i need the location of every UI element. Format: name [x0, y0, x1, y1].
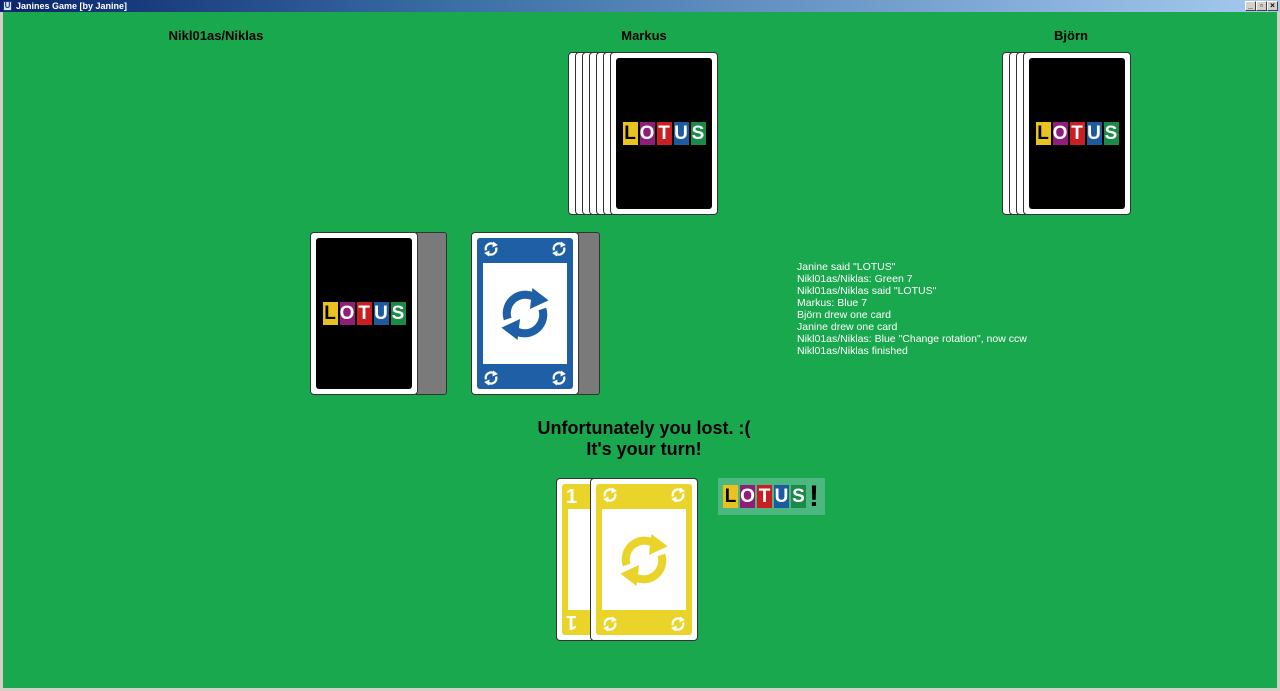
discard-pile-stack — [577, 232, 600, 395]
hand-card-yellow-change-rotation[interactable] — [590, 478, 698, 641]
draw-pile[interactable]: LOTUS — [310, 232, 418, 395]
opponent-card-back: LOTUS — [610, 52, 718, 215]
logo-letter-u: U — [774, 485, 789, 508]
log-entry: Nikl01as/Niklas: Green 7 — [797, 273, 913, 285]
status-turn: It's your turn! — [586, 439, 702, 459]
logo-letter-l: L — [622, 122, 638, 145]
card-center — [483, 263, 567, 364]
corner-rotation-icon — [669, 615, 687, 633]
log-entry: Nikl01as/Niklas said "LOTUS" — [797, 285, 937, 297]
status-result: Unfortunately you lost. :( — [537, 418, 751, 438]
logo-letter-s: S — [1103, 122, 1119, 145]
logo-letter-o: O — [639, 122, 655, 145]
log-entry: Björn drew one card — [797, 309, 891, 321]
say-lotus-button[interactable]: LOTUS ! — [718, 478, 825, 515]
card-value-bottom: 1 — [566, 611, 578, 633]
maximize-button[interactable]: ▫ — [1256, 1, 1267, 11]
logo-letter-s: S — [791, 485, 806, 508]
log-entry: Nikl01as/Niklas: Blue "Change rotation",… — [797, 333, 1027, 345]
lotus-logo: LOTUS — [322, 302, 406, 325]
lotus-logo: LOTUS — [723, 485, 806, 508]
corner-rotation-icon — [482, 369, 500, 387]
logo-letter-t: T — [656, 122, 672, 145]
logo-letter-u: U — [673, 122, 689, 145]
corner-rotation-icon — [550, 240, 568, 258]
logo-letter-u: U — [373, 302, 389, 325]
logo-letter-s: S — [690, 122, 706, 145]
game-log: Janine said "LOTUS" Nikl01as/Niklas: Gre… — [797, 261, 1027, 357]
window-frame-left — [0, 12, 3, 691]
logo-letter-o: O — [1052, 122, 1068, 145]
card-back-face: LOTUS — [316, 238, 412, 389]
logo-letter-o: O — [339, 302, 355, 325]
player-name-top: Markus — [621, 28, 667, 43]
player-name-left: Nikl01as/Niklas — [168, 28, 264, 43]
log-entry: Markus: Blue 7 — [797, 297, 868, 309]
logo-letter-o: O — [740, 485, 755, 508]
app-icon: U — [3, 1, 12, 11]
lotus-logo: LOTUS — [1035, 122, 1119, 145]
status-message: Unfortunately you lost. :( It's your tur… — [538, 418, 751, 460]
player-name-right: Björn — [1054, 28, 1088, 43]
window-titlebar[interactable]: U Janines Game [by Janine] _ ▫ × — [0, 0, 1280, 12]
lotus-exclamation: ! — [809, 479, 819, 513]
logo-letter-l: L — [322, 302, 338, 325]
card-back-face: LOTUS — [616, 58, 712, 209]
card-value-top: 1 — [566, 486, 578, 508]
corner-rotation-icon — [601, 486, 619, 504]
log-entry: Nikl01as/Niklas finished — [797, 345, 908, 357]
logo-letter-l: L — [723, 485, 738, 508]
corner-rotation-icon — [669, 486, 687, 504]
draw-pile-stack — [416, 232, 447, 395]
discard-pile-top-card — [471, 232, 579, 395]
rotation-icon — [620, 533, 668, 586]
rotation-icon — [501, 287, 549, 340]
window-title: Janines Game [by Janine] — [16, 1, 128, 11]
logo-letter-t: T — [1069, 122, 1085, 145]
corner-rotation-icon — [601, 615, 619, 633]
lotus-logo: LOTUS — [622, 122, 706, 145]
opponent-card-back: LOTUS — [1023, 52, 1131, 215]
card-back-face: LOTUS — [1029, 58, 1125, 209]
close-button[interactable]: × — [1267, 1, 1278, 11]
logo-letter-l: L — [1035, 122, 1051, 145]
corner-rotation-icon — [482, 240, 500, 258]
minimize-button[interactable]: _ — [1245, 1, 1256, 11]
logo-letter-s: S — [390, 302, 406, 325]
logo-letter-t: T — [356, 302, 372, 325]
logo-letter-t: T — [757, 485, 772, 508]
log-entry: Janine drew one card — [797, 321, 898, 333]
card-center — [602, 509, 686, 610]
corner-rotation-icon — [550, 369, 568, 387]
logo-letter-u: U — [1086, 122, 1102, 145]
log-entry: Janine said "LOTUS" — [797, 261, 896, 273]
